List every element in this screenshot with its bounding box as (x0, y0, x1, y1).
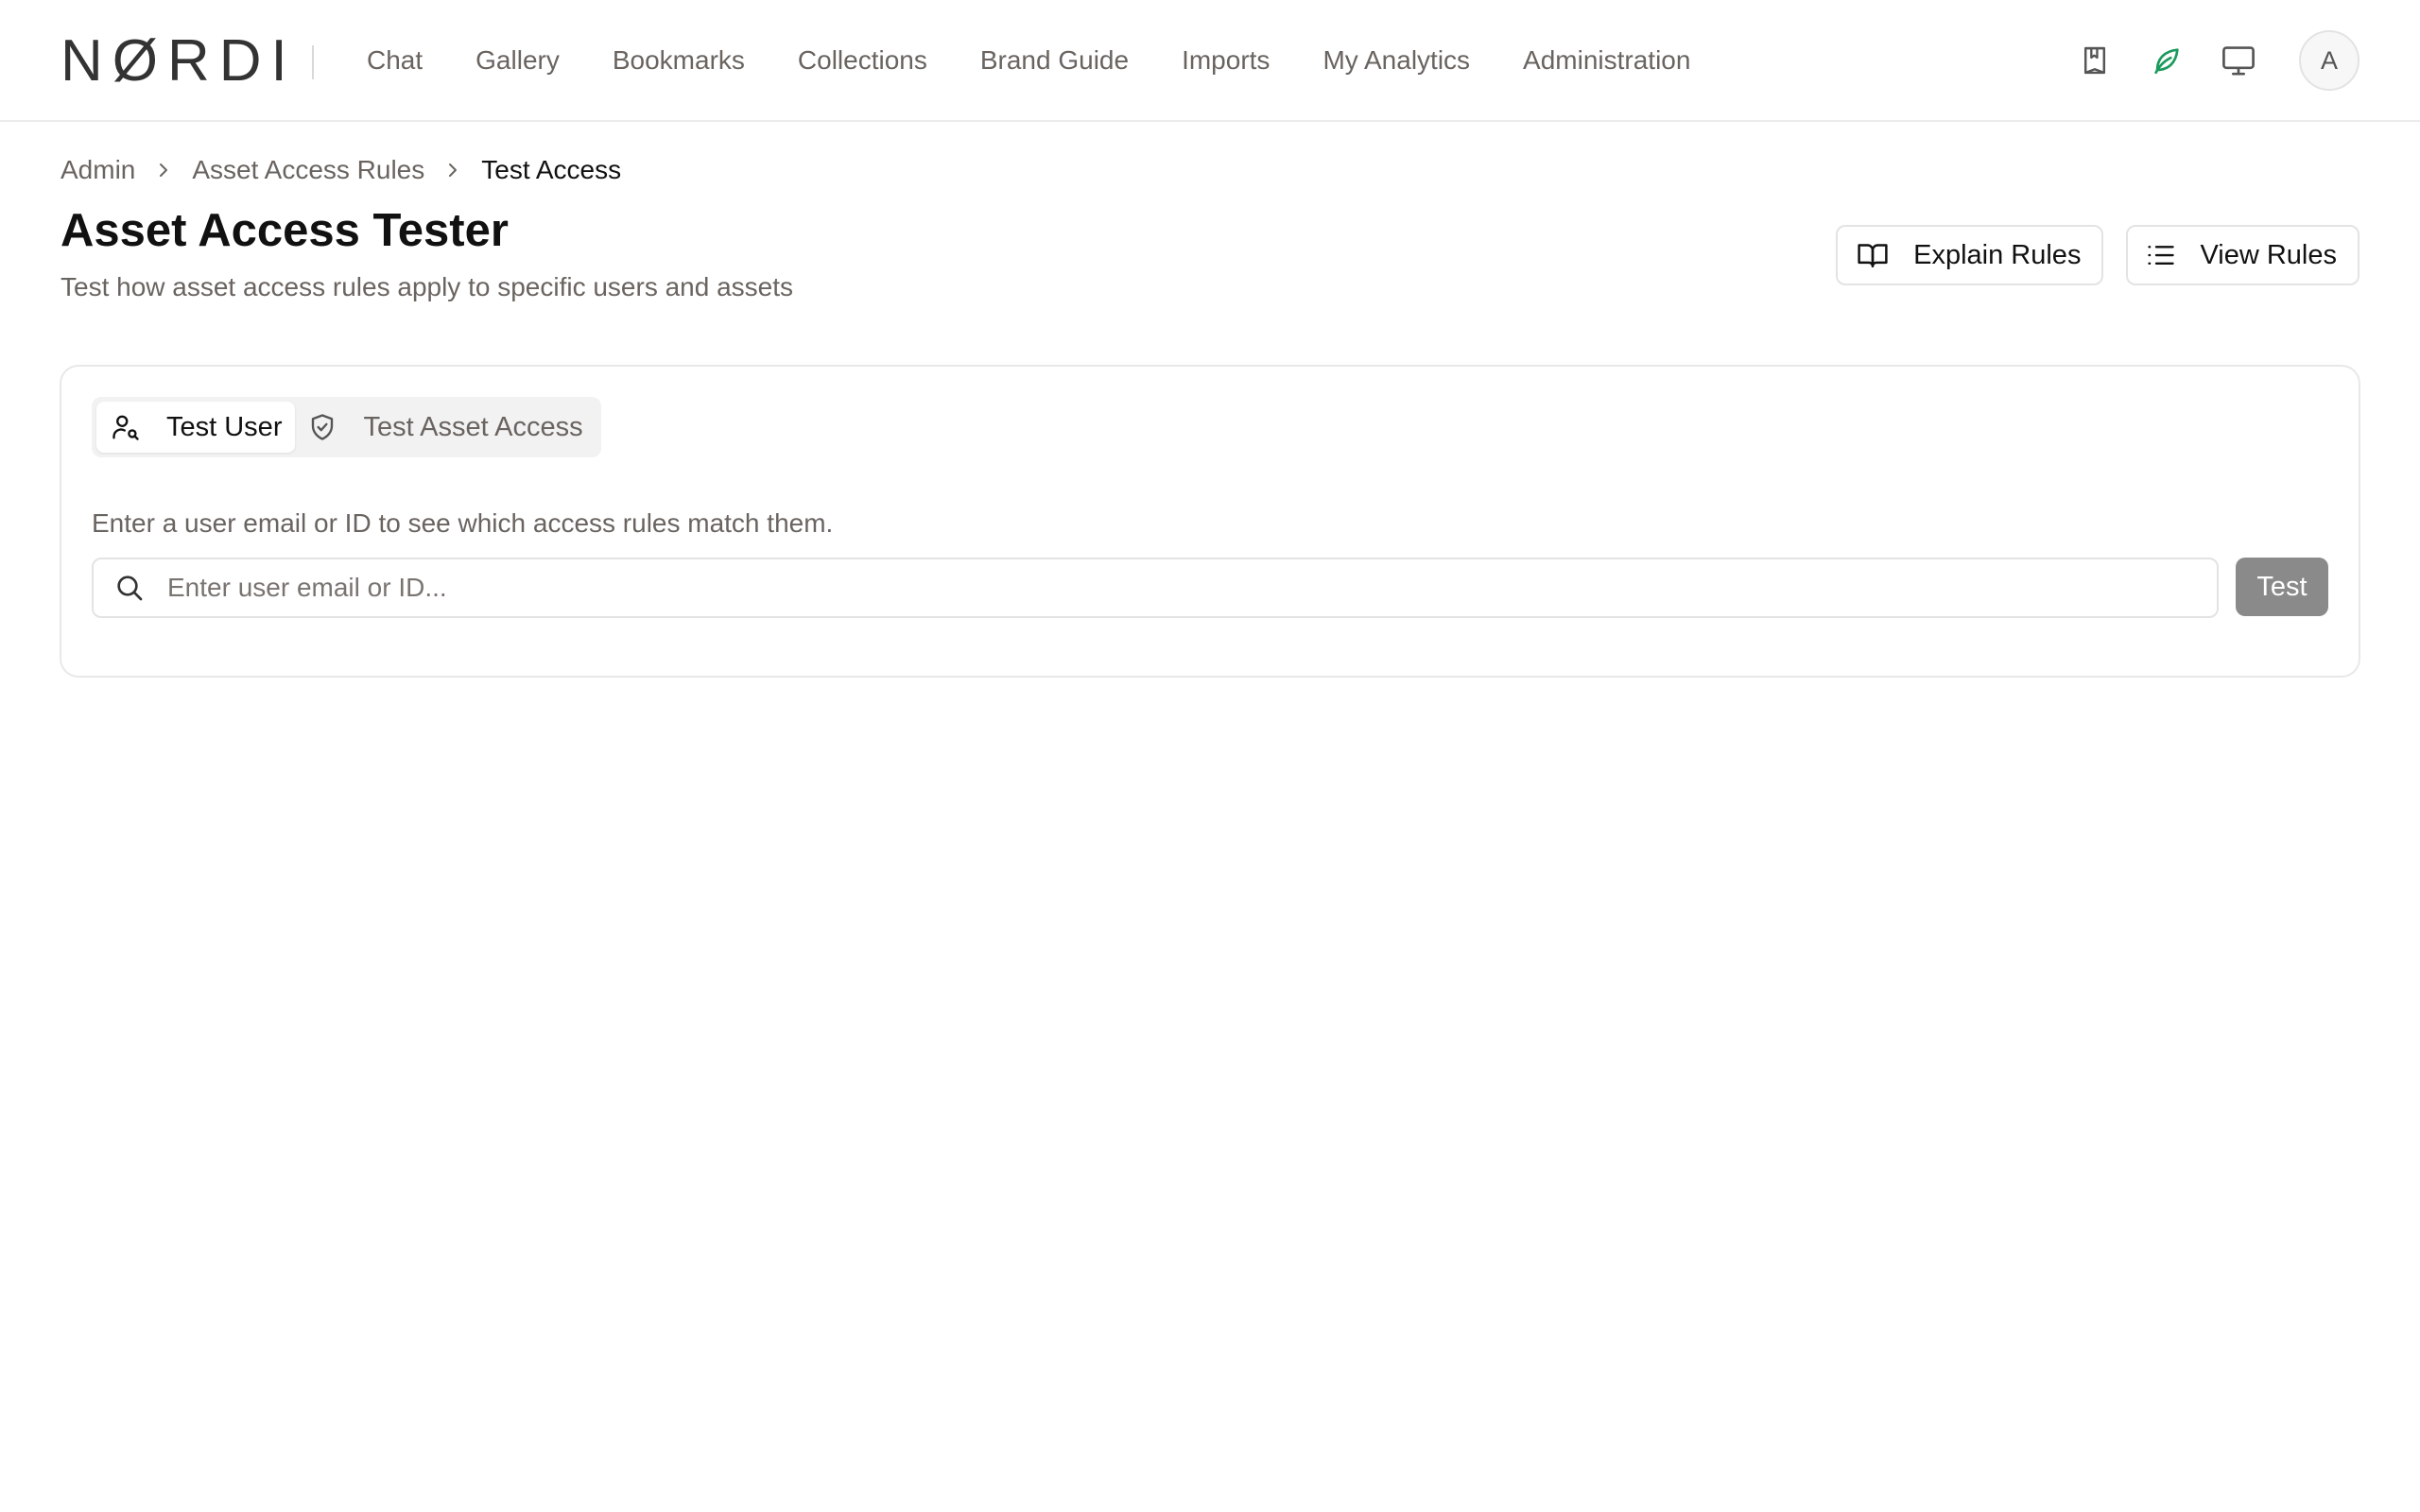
user-search-icon (112, 415, 139, 440)
user-avatar[interactable]: A (2299, 30, 2360, 91)
view-rules-button[interactable]: View Rules (2126, 225, 2360, 285)
explain-rules-button[interactable]: Explain Rules (1836, 225, 2104, 285)
chevron-right-icon (156, 161, 171, 180)
nav-item-chat[interactable]: Chat (340, 45, 449, 76)
explain-rules-label: Explain Rules (1913, 239, 2082, 270)
nav-item-imports[interactable]: Imports (1155, 45, 1296, 76)
user-search-input[interactable] (167, 561, 2152, 614)
list-icon (2148, 246, 2175, 265)
nav-item-collections[interactable]: Collections (771, 45, 954, 76)
tester-tabs: Test User Test Asset Access (92, 397, 601, 457)
page-title: Asset Access Tester (60, 205, 509, 256)
main-nav: Chat Gallery Bookmarks Collections Brand… (340, 0, 1717, 121)
top-header: NØRDI Chat Gallery Bookmarks Collections… (0, 0, 2420, 122)
tester-card: Test User Test Asset Access Enter a user… (60, 365, 2360, 678)
nav-item-brand-guide[interactable]: Brand Guide (954, 45, 1155, 76)
page-subtitle: Test how asset access rules apply to spe… (60, 272, 794, 301)
book-open-icon (1858, 244, 1888, 268)
breadcrumb-test-access: Test Access (481, 155, 622, 184)
view-rules-label: View Rules (2200, 239, 2337, 270)
nav-item-my-analytics[interactable]: My Analytics (1296, 45, 1496, 76)
user-search-box (92, 558, 2219, 618)
nav-item-gallery[interactable]: Gallery (449, 45, 586, 76)
leaf-icon[interactable] (2148, 42, 2186, 79)
breadcrumb-admin[interactable]: Admin (60, 155, 135, 185)
tab-test-asset-access[interactable]: Test Asset Access (295, 402, 596, 453)
chevron-right-icon (445, 161, 460, 180)
search-icon (117, 576, 143, 601)
nav-item-administration[interactable]: Administration (1496, 45, 1717, 76)
app-logo[interactable]: NØRDI (60, 32, 297, 91)
bookmark-icon[interactable] (2076, 42, 2114, 79)
tester-hint: Enter a user email or ID to see which ac… (92, 508, 834, 538)
header-icons: A (2042, 0, 2360, 121)
logo-divider (312, 45, 314, 79)
breadcrumb: Admin Asset Access Rules Test Access (60, 153, 621, 187)
nav-item-bookmarks[interactable]: Bookmarks (586, 45, 771, 76)
breadcrumb-asset-access-rules[interactable]: Asset Access Rules (192, 155, 424, 185)
tab-test-asset-access-label: Test Asset Access (363, 411, 583, 442)
tab-test-user[interactable]: Test User (96, 402, 296, 453)
tab-test-user-label: Test User (166, 411, 283, 442)
test-button[interactable]: Test (2236, 558, 2328, 616)
shield-check-icon (312, 414, 334, 440)
monitor-icon[interactable] (2220, 42, 2257, 79)
page-actions: Explain Rules View Rules (1813, 225, 2360, 285)
